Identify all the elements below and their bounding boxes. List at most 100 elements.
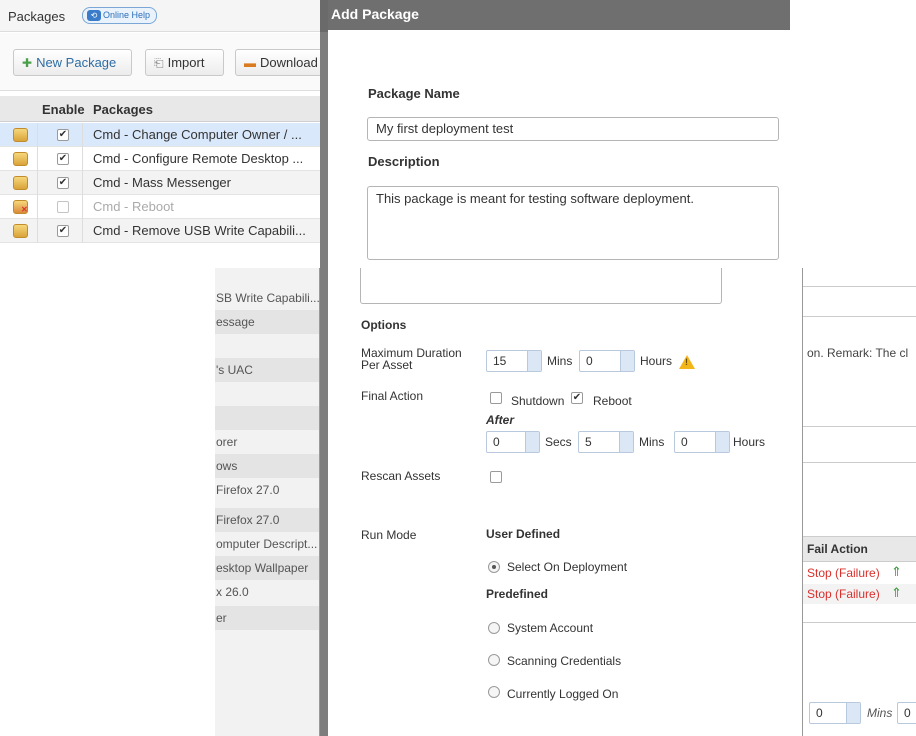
spinner-value: 0 [816, 706, 823, 720]
remark-text: on. Remark: The cl [807, 346, 909, 360]
arrow-up-icon[interactable]: ⇑ [891, 564, 902, 580]
list-item: Firefox 27.0 [215, 508, 319, 532]
table-row[interactable]: ✔ Cmd - Change Computer Owner / ... [0, 123, 324, 147]
list-item: omputer Descript... [216, 537, 318, 551]
max-duration-label: Maximum Duration Per Asset [361, 346, 462, 372]
final-action-label: Final Action [361, 389, 424, 403]
enable-checkbox[interactable] [57, 201, 69, 213]
arrow-up-icon[interactable]: ⇑ [891, 585, 902, 601]
list-item: x 26.0 [216, 585, 249, 599]
packages-panel: Packages ⟲ Online Help ✚ New Package ⎗ Impo… [0, 0, 325, 268]
window-divider-top [320, 0, 328, 32]
enable-checkbox[interactable]: ✔ [57, 225, 69, 237]
enable-checkbox[interactable]: ✔ [57, 153, 69, 165]
divider [803, 622, 916, 623]
column-divider [37, 147, 38, 171]
dialog-upper-section: Package Name My first deployment test De… [328, 30, 790, 268]
online-help-button[interactable]: ⟲ Online Help [82, 7, 158, 24]
column-header-enable[interactable]: Enable [42, 102, 85, 117]
package-icon [13, 224, 28, 238]
spinner-value: 15 [493, 354, 507, 368]
select-on-deployment-radio[interactable] [488, 561, 500, 573]
warning-icon: ! [679, 355, 695, 369]
spinner-arrows[interactable] [525, 432, 539, 452]
column-divider [82, 123, 83, 147]
list-item: 's UAC [215, 358, 319, 382]
system-account-radio[interactable] [488, 622, 500, 634]
mins-label: Mins [547, 354, 573, 368]
package-name-input[interactable]: My first deployment test [367, 117, 779, 141]
hours-label: Hours [640, 354, 673, 368]
spinner-arrows[interactable] [619, 432, 633, 452]
enable-checkbox[interactable]: ✔ [57, 129, 69, 141]
background-hours-spinner[interactable]: 0 [897, 702, 916, 724]
list-item: Firefox 27.0 [216, 483, 280, 497]
spinner-arrows[interactable] [846, 703, 860, 723]
enable-checkbox[interactable]: ✔ [57, 177, 69, 189]
table-row[interactable]: ✔ Cmd - Configure Remote Desktop ... [0, 147, 324, 171]
description-textarea-bottom[interactable] [360, 268, 722, 304]
column-divider [82, 171, 83, 195]
after-hours-spinner[interactable]: 0 [674, 431, 730, 453]
column-divider [37, 171, 38, 195]
divider [803, 286, 916, 287]
spinner-value: 5 [585, 435, 592, 449]
background-package-list: SB Write Capabili... essage 's UAC orer … [215, 268, 320, 736]
secs-label: Secs [545, 435, 572, 449]
dialog-title-bar[interactable]: Add Package [328, 0, 790, 30]
package-name: Cmd - Configure Remote Desktop ... [93, 151, 304, 166]
background-mins-spinner[interactable]: 0 [809, 702, 861, 724]
after-mins-spinner[interactable]: 5 [578, 431, 634, 453]
fail-action-header: Fail Action [803, 536, 916, 562]
description-label: Description [368, 154, 440, 169]
max-duration-mins-spinner[interactable]: 15 [486, 350, 542, 372]
list-item: ows [215, 454, 319, 478]
package-name: Cmd - Remove USB Write Capabili... [93, 223, 306, 238]
table-row[interactable]: Cmd - Reboot [0, 195, 324, 219]
options-label: Options [361, 318, 407, 332]
dialog-title: Add Package [331, 6, 419, 22]
column-divider [37, 123, 38, 147]
after-secs-spinner[interactable]: 0 [486, 431, 540, 453]
spinner-arrows[interactable] [527, 351, 541, 371]
rescan-assets-label: Rescan Assets [361, 469, 441, 483]
download-icon: ▬ [244, 56, 256, 70]
rescan-assets-checkbox[interactable] [490, 471, 502, 483]
run-mode-label: Run Mode [361, 528, 417, 542]
list-item [215, 406, 319, 430]
spinner-arrows[interactable] [715, 432, 729, 452]
column-divider [37, 195, 38, 219]
after-label: After [486, 413, 515, 427]
divider [803, 462, 916, 463]
scanning-credentials-radio[interactable] [488, 654, 500, 666]
table-row[interactable]: ✔ Cmd - Mass Messenger [0, 171, 324, 195]
description-textarea[interactable]: This package is meant for testing softwa… [367, 186, 779, 260]
spinner-value: 0 [681, 435, 688, 449]
download-label: Download [260, 55, 318, 70]
reboot-label: Reboot [593, 394, 632, 408]
list-item [215, 334, 319, 358]
new-package-button[interactable]: ✚ New Package [13, 49, 132, 76]
max-duration-hours-spinner[interactable]: 0 [579, 350, 635, 372]
new-package-label: New Package [36, 55, 117, 70]
after-mins-label: Mins [639, 435, 665, 449]
user-defined-label: User Defined [486, 527, 561, 541]
package-name: Cmd - Reboot [93, 199, 174, 214]
scanning-credentials-label: Scanning Credentials [507, 654, 622, 668]
package-error-icon [13, 200, 28, 214]
list-item: SB Write Capabili... [216, 291, 320, 305]
import-button[interactable]: ⎗ Import [145, 49, 224, 76]
reboot-checkbox[interactable]: ✔ [571, 392, 583, 404]
predefined-label: Predefined [486, 587, 549, 601]
import-icon: ⎗ [154, 56, 164, 70]
package-icon [13, 128, 28, 142]
download-button[interactable]: ▬ Download [235, 49, 324, 76]
table-row[interactable]: ✔ Cmd - Remove USB Write Capabili... [0, 219, 324, 243]
mins-label: Mins [867, 706, 893, 720]
plus-icon: ✚ [22, 56, 33, 70]
column-header-packages[interactable]: Packages [93, 102, 153, 117]
currently-logged-on-radio[interactable] [488, 686, 500, 698]
shutdown-checkbox[interactable] [490, 392, 502, 404]
spinner-arrows[interactable] [620, 351, 634, 371]
after-hours-label: Hours [733, 435, 766, 449]
